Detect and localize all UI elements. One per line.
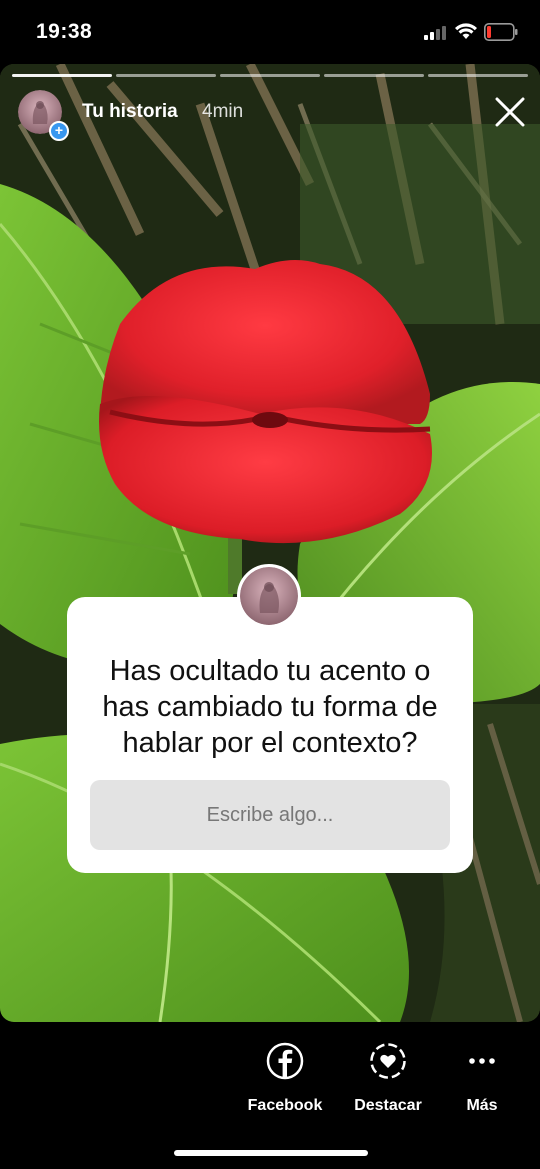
- highlight-heart-icon: [370, 1043, 406, 1079]
- story-viewer[interactable]: + Tu historia 4min Has ocultado tu acent…: [0, 64, 540, 1022]
- progress-segment: [324, 74, 424, 77]
- progress-segment: [116, 74, 216, 77]
- progress-segment: [12, 74, 112, 77]
- add-story-plus-icon[interactable]: +: [49, 121, 69, 141]
- wifi-icon: [455, 23, 477, 39]
- question-sticker[interactable]: Has ocultado tu acento o has cambiado tu…: [67, 597, 473, 873]
- battery-icon: [484, 23, 518, 41]
- more-button[interactable]: Más: [427, 1042, 537, 1115]
- answer-input[interactable]: Escribe algo...: [90, 780, 450, 850]
- story-actions-bar: Facebook Destacar Más: [0, 1022, 540, 1169]
- progress-segment: [428, 74, 528, 77]
- sticker-avatar: [237, 564, 301, 628]
- more-label: Más: [466, 1097, 498, 1114]
- home-indicator[interactable]: [174, 1150, 368, 1156]
- progress-segment: [220, 74, 320, 77]
- facebook-icon: [266, 1042, 304, 1080]
- status-bar: 19:38: [0, 0, 540, 64]
- profile-avatar[interactable]: +: [18, 90, 69, 141]
- cellular-signal-icon: [424, 24, 448, 40]
- story-header: + Tu historia 4min: [16, 88, 526, 141]
- clock: 19:38: [36, 20, 93, 43]
- close-icon[interactable]: [494, 96, 526, 128]
- story-username[interactable]: Tu historia: [82, 101, 178, 123]
- facebook-label: Facebook: [247, 1097, 323, 1114]
- story-background-image: [0, 64, 540, 1022]
- story-progress-bar: [12, 74, 528, 77]
- facebook-share-button[interactable]: Facebook: [230, 1042, 340, 1115]
- story-timestamp: 4min: [202, 101, 244, 122]
- sticker-question: Has ocultado tu acento o has cambiado tu…: [102, 655, 438, 759]
- more-icon: [469, 1058, 495, 1064]
